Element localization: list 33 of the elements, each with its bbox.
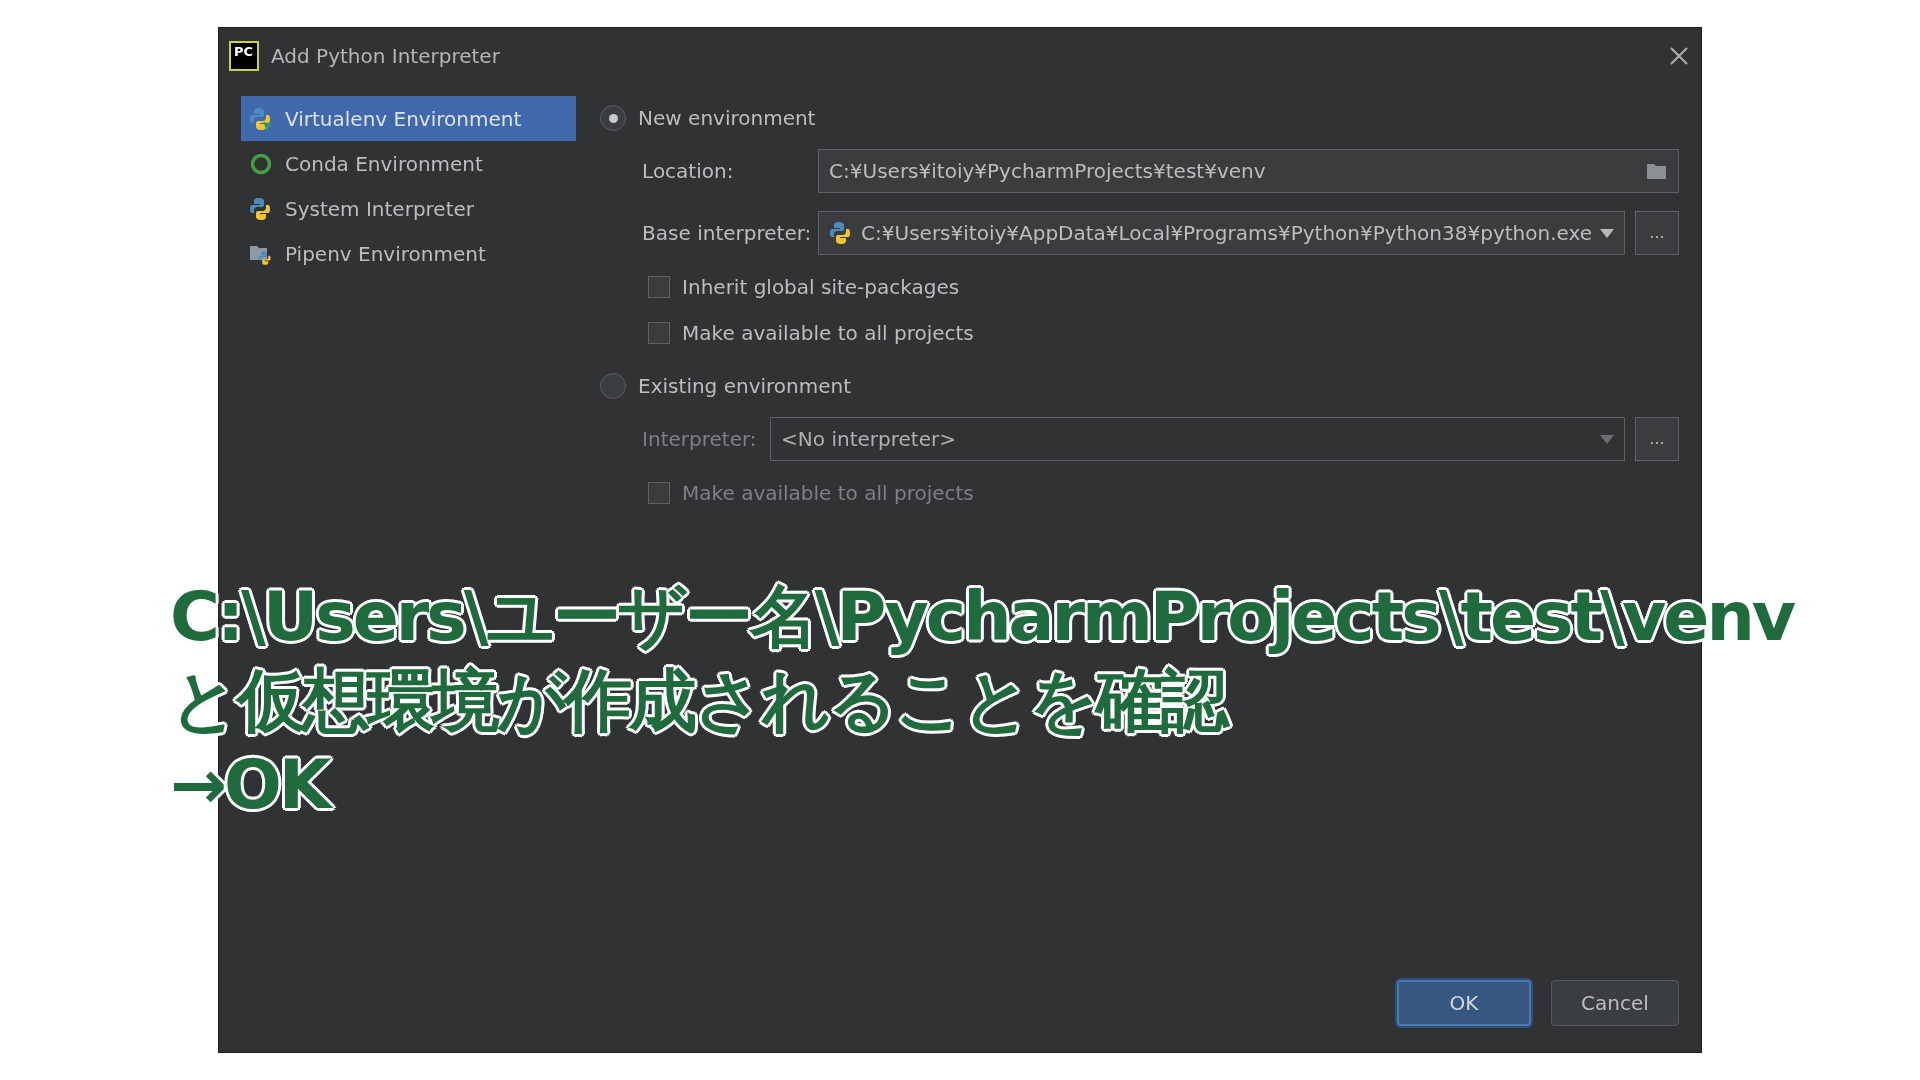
sidebar-item[interactable]: Conda Environment (241, 141, 577, 186)
browse-button[interactable]: ... (1635, 417, 1679, 461)
python-icon (249, 196, 273, 221)
caret-icon (1600, 228, 1614, 238)
checkbox-label: Make available to all projects (682, 320, 974, 347)
field-label: Location: (642, 158, 735, 185)
ring-icon (249, 151, 273, 176)
radio-button[interactable] (600, 105, 627, 131)
ok-button[interactable]: OK (1397, 980, 1531, 1026)
radio-label: New environment (638, 105, 816, 132)
folder-icon[interactable] (1646, 162, 1668, 180)
python-icon (249, 106, 273, 131)
dropdown-field[interactable]: C:¥Users¥itoiy¥AppData¥Local¥Programs¥Python¥Python38¥python.exe (818, 211, 1625, 255)
browse-button[interactable]: ... (1635, 211, 1679, 255)
caret-icon (1600, 434, 1614, 444)
checkbox-label: Make available to all projects (682, 480, 974, 507)
sidebar-item[interactable]: Virtualenv Environment (241, 96, 577, 141)
checkbox[interactable] (648, 482, 671, 504)
sidebar-item[interactable]: System Interpreter (241, 186, 577, 231)
window-title: Add Python Interpreter (271, 43, 501, 70)
app-logo: PC (229, 41, 259, 71)
input-field[interactable]: C:¥Users¥itoiy¥PycharmProjects¥test¥venv (818, 149, 1679, 193)
checkbox-label: Inherit global site-packages (682, 274, 960, 301)
sidebar-item[interactable]: Pipenv Environment (241, 231, 577, 276)
checkbox[interactable] (648, 322, 671, 344)
field-label: Interpreter: (642, 426, 758, 453)
cancel-button[interactable]: Cancel (1551, 980, 1679, 1026)
field-label: Base interpreter: (642, 220, 813, 247)
close-icon[interactable] (1669, 46, 1689, 66)
radio-button[interactable] (600, 373, 627, 399)
checkbox[interactable] (648, 276, 671, 298)
radio-label: Existing environment (638, 373, 852, 400)
dropdown-field[interactable]: <No interpreter> (770, 417, 1625, 461)
